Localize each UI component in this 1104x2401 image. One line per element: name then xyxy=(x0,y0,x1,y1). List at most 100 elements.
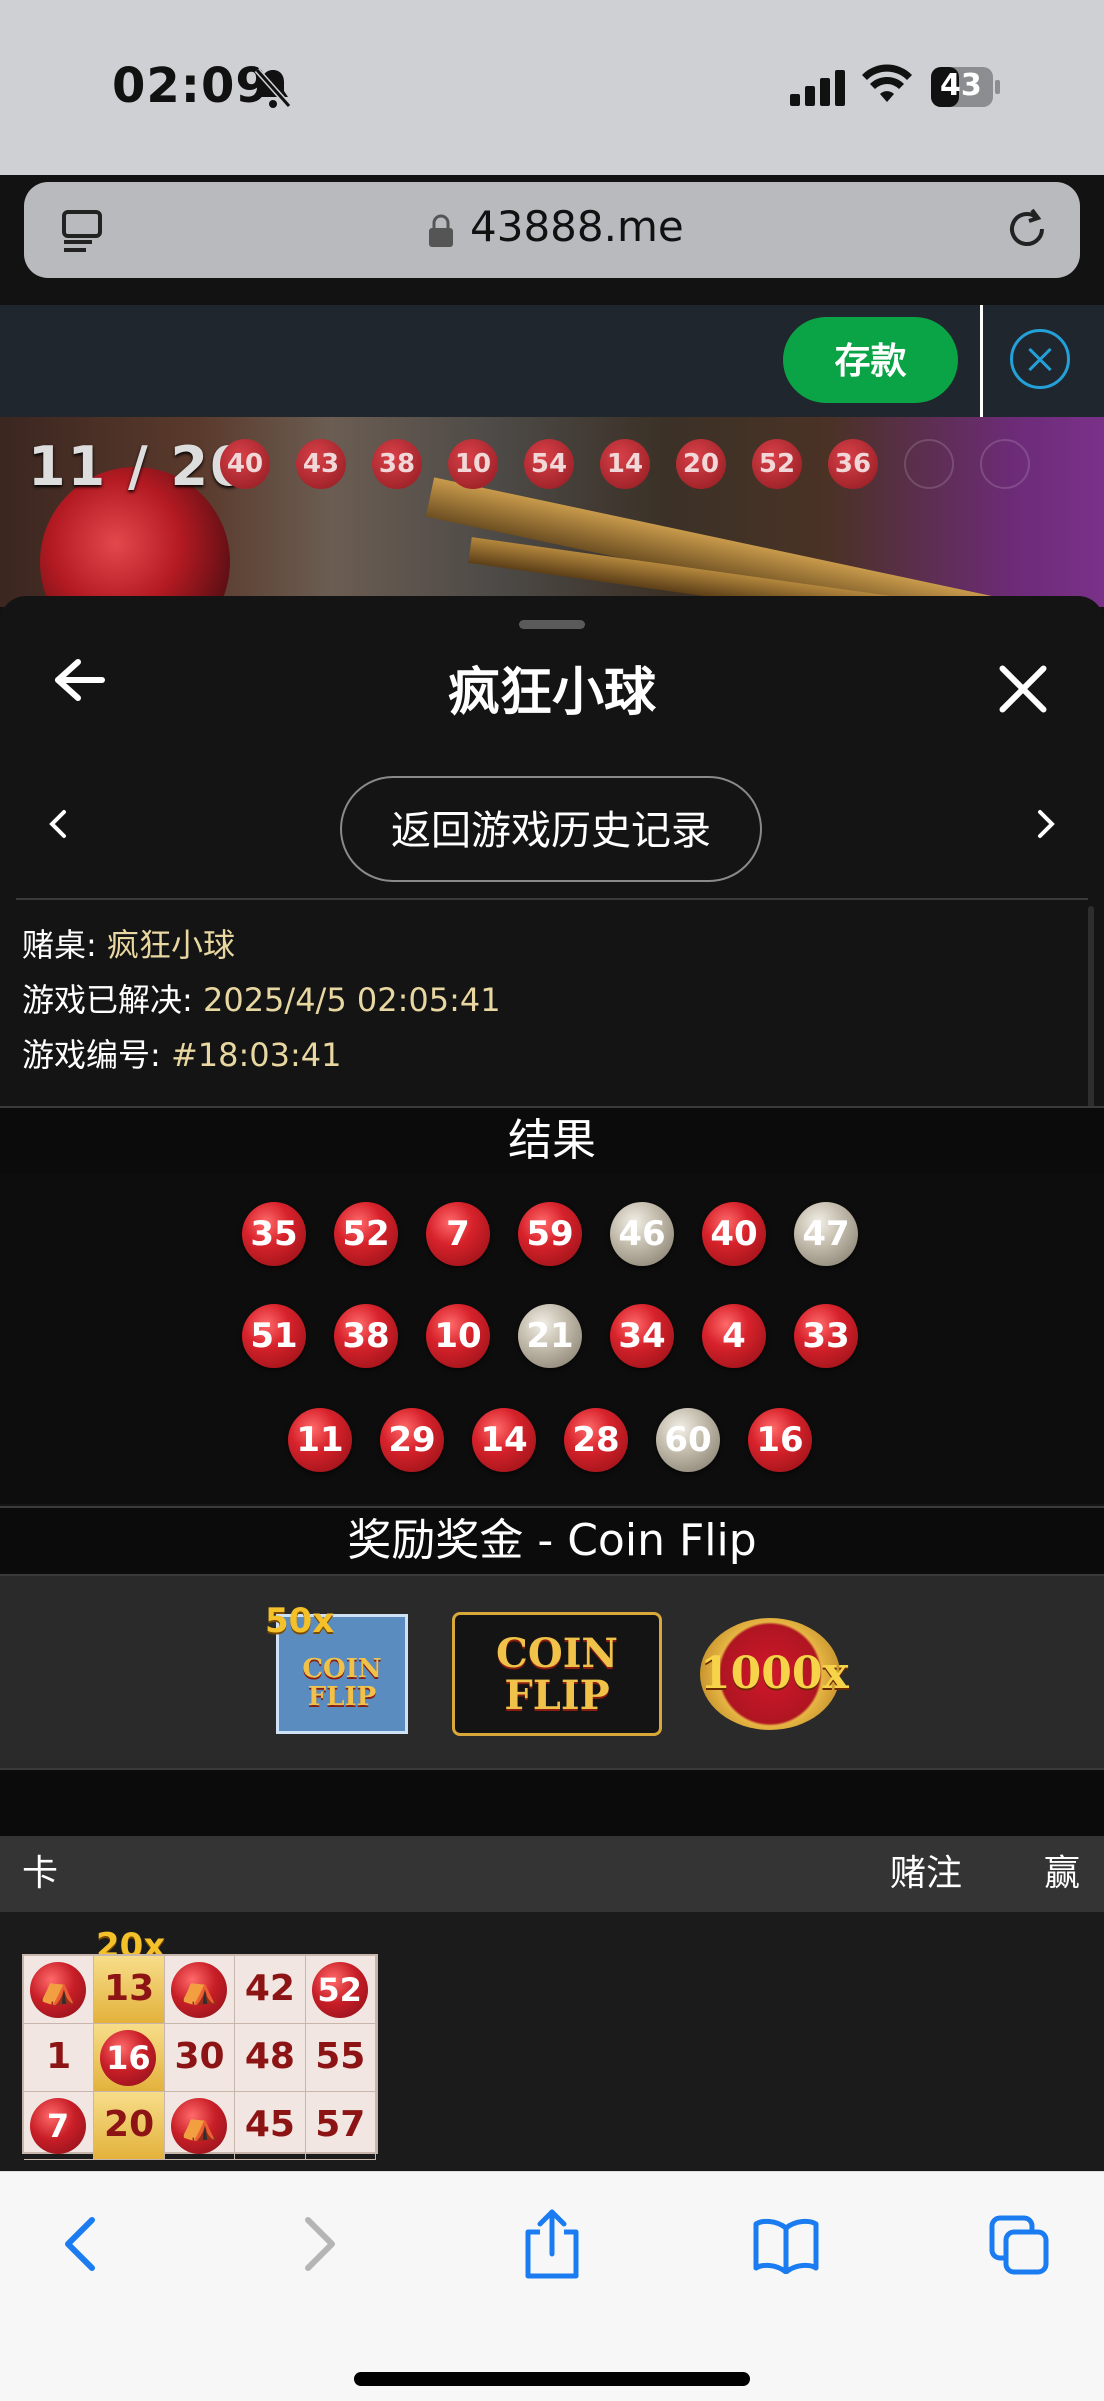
coin-flip-logo: COIN FLIP xyxy=(496,1630,618,1719)
sheet-title: 疯狂小球 xyxy=(447,663,656,723)
chevron-right-icon[interactable] xyxy=(1028,806,1064,842)
result-ball: 59 xyxy=(518,1202,582,1266)
close-sheet-icon[interactable] xyxy=(997,662,1049,714)
empty-ball-slot xyxy=(980,439,1030,489)
forward-icon[interactable] xyxy=(300,2214,340,2274)
result-ball: 21 xyxy=(518,1304,582,1368)
live-video-stream[interactable]: 11 / 20 40 43 38 10 54 14 20 52 36 xyxy=(0,417,1104,607)
col-win: 赢 xyxy=(1044,1853,1081,1894)
result-ball: 11 xyxy=(288,1408,352,1472)
result-ball: 28 xyxy=(564,1408,628,1472)
result-ball: 34 xyxy=(610,1304,674,1368)
empty-ball-slot xyxy=(904,439,954,489)
drawn-ball: 43 xyxy=(296,439,346,489)
table-row: 赌桌: 疯狂小球 xyxy=(22,918,501,973)
marked-number: 7 xyxy=(30,2098,86,2154)
cellular-signal-icon xyxy=(790,70,845,106)
lock-icon xyxy=(429,214,453,247)
url-domain[interactable]: 43888.me xyxy=(470,202,684,251)
result-ball: 33 xyxy=(794,1304,858,1368)
silent-bell-icon xyxy=(254,68,292,108)
card-cell: 16 xyxy=(94,2024,165,2092)
card-cell: ⛺ xyxy=(24,1956,95,2024)
result-ball: 16 xyxy=(748,1408,812,1472)
col-bet: 赌注 xyxy=(890,1853,963,1894)
result-balls: 35 52 7 59 46 40 47 51 38 10 21 34 4 33 11 29 14 28 60 16 xyxy=(0,1174,1104,1504)
bets-table-header: 卡 赌注 赢 xyxy=(0,1836,1104,1912)
share-icon[interactable] xyxy=(520,2208,584,2280)
tabs-icon[interactable] xyxy=(988,2214,1052,2278)
result-ball: 47 xyxy=(794,1202,858,1266)
back-icon[interactable] xyxy=(60,2214,100,2274)
card-cell: ⛺ xyxy=(164,1956,236,2024)
bonus-heading: 奖励奖金 - Coin Flip xyxy=(0,1506,1104,1576)
drawn-ball: 52 xyxy=(752,439,802,489)
spacer xyxy=(0,1768,1104,1836)
card-cell: 7 xyxy=(24,2092,95,2160)
tent-icon: ⛺ xyxy=(30,1962,86,2018)
game-id-value: #18:03:41 xyxy=(170,1036,342,1074)
wifi-icon xyxy=(862,64,912,102)
bingo-card: ⛺ 13 ⛺ 42 52 1 16 30 48 55 7 20 ⛺ 45 57 xyxy=(22,1954,378,2160)
status-bar: 02:09 43 xyxy=(0,0,1104,175)
site-header: 存款 xyxy=(0,305,1104,417)
address-bar[interactable]: 43888.me xyxy=(24,182,1080,278)
resolved-label: 游戏已解决: xyxy=(22,981,203,1019)
battery-percent: 43 xyxy=(940,68,982,103)
results-heading: 结果 xyxy=(0,1106,1104,1176)
result-ball: 40 xyxy=(702,1202,766,1266)
sheet-grabber[interactable] xyxy=(519,620,585,629)
card-cell: 20 xyxy=(94,2092,165,2160)
card-cell: 30 xyxy=(164,2024,236,2092)
card-cell: ⛺ xyxy=(164,2092,236,2160)
drawn-ball: 10 xyxy=(448,439,498,489)
marked-number: 52 xyxy=(311,1962,368,2018)
battery-indicator: 43 xyxy=(930,66,1002,108)
drawn-ball: 20 xyxy=(676,439,726,489)
drawn-ball: 54 xyxy=(524,439,574,489)
deposit-button[interactable]: 存款 xyxy=(783,317,958,403)
result-ball: 7 xyxy=(426,1202,490,1266)
marked-number: 16 xyxy=(100,2030,157,2086)
bonus-ticket-icon: 50x COIN FLIP xyxy=(265,1601,408,1734)
result-ball: 10 xyxy=(426,1304,490,1368)
drawn-balls-strip: 40 43 38 10 54 14 20 52 36 xyxy=(220,439,1030,489)
cards-area: 20x ⛺ 13 ⛺ 42 52 1 16 30 48 55 7 20 ⛺ 45 57 xyxy=(0,1912,1104,2171)
game-detail-sheet: 疯狂小球 返回游戏历史记录 赌桌: 疯狂小球 游戏已解决: 2025/4/5 0… xyxy=(0,596,1104,2171)
card-cell: 48 xyxy=(235,2024,306,2092)
drawn-ball: 14 xyxy=(600,439,650,489)
back-to-history-button[interactable]: 返回游戏历史记录 xyxy=(340,776,762,882)
chevron-left-icon[interactable] xyxy=(40,806,76,842)
result-ball: 46 xyxy=(610,1202,674,1266)
card-cell: 45 xyxy=(235,2092,306,2160)
table-value: 疯狂小球 xyxy=(106,926,235,964)
result-ball: 38 xyxy=(334,1304,398,1368)
page-menu-icon[interactable] xyxy=(58,206,106,254)
home-indicator[interactable] xyxy=(354,2372,750,2386)
card-cell: 13 xyxy=(94,1956,165,2024)
close-game-icon[interactable] xyxy=(1010,329,1070,389)
resolved-row: 游戏已解决: 2025/4/5 02:05:41 xyxy=(22,973,501,1028)
card-cell: 57 xyxy=(305,2092,376,2160)
bookmarks-icon[interactable] xyxy=(752,2218,820,2274)
table-label: 赌桌: xyxy=(22,926,107,964)
game-info: 赌桌: 疯狂小球 游戏已解决: 2025/4/5 02:05:41 游戏编号: … xyxy=(22,918,501,1083)
result-ball: 51 xyxy=(242,1304,306,1368)
result-ball: 60 xyxy=(656,1408,720,1472)
card-cell: 1 xyxy=(24,2024,95,2092)
coin-1000x-icon: 1000x xyxy=(700,1618,849,1730)
divider xyxy=(16,898,1088,900)
card-cell: 55 xyxy=(305,2024,376,2092)
draw-counter: 11 / 20 xyxy=(28,435,250,498)
reload-icon[interactable] xyxy=(1002,204,1052,254)
card-cell: 42 xyxy=(235,1956,306,2024)
result-ball: 29 xyxy=(380,1408,444,1472)
clock: 02:09 xyxy=(112,58,270,114)
drawn-ball: 36 xyxy=(828,439,878,489)
tent-icon: ⛺ xyxy=(170,1962,227,2018)
drawn-ball: 40 xyxy=(220,439,270,489)
game-id-row: 游戏编号: #18:03:41 xyxy=(22,1028,501,1083)
result-ball: 35 xyxy=(242,1202,306,1266)
header-divider xyxy=(980,305,983,417)
col-card: 卡 xyxy=(22,1853,59,1894)
